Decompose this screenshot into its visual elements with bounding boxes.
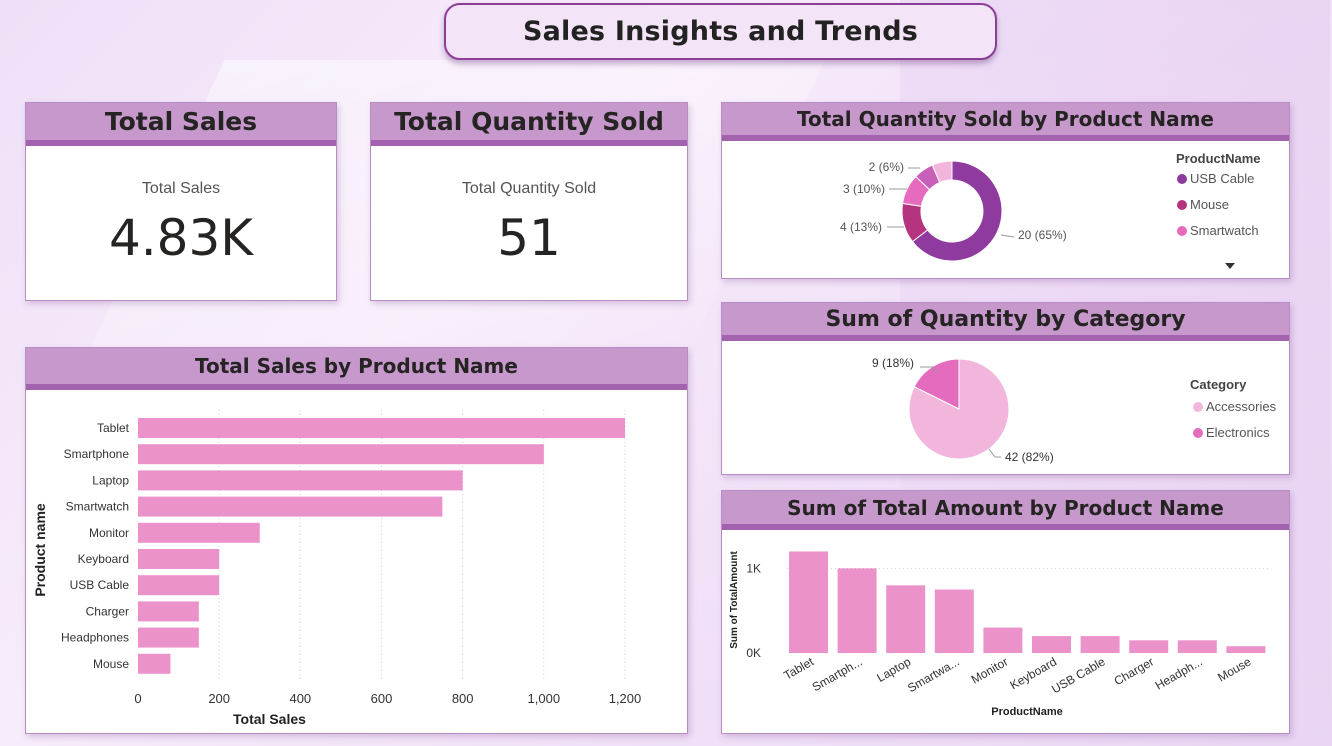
bar bbox=[138, 601, 199, 622]
x-tick-label: Smartph... bbox=[810, 654, 865, 694]
y-tick-label: Tablet bbox=[97, 421, 130, 435]
legend-item: Electronics bbox=[1206, 425, 1270, 440]
y-tick-label: Laptop bbox=[92, 473, 129, 487]
y-tick-label: Keyboard bbox=[78, 552, 129, 566]
legend-item: Smartwatch bbox=[1190, 223, 1259, 238]
x-tick-label: Charger bbox=[1112, 654, 1157, 688]
y-tick-label: 0K bbox=[746, 646, 761, 660]
legend-item: Accessories bbox=[1206, 399, 1277, 414]
legend-marker bbox=[1193, 428, 1203, 438]
bar bbox=[138, 418, 625, 438]
legend-marker bbox=[1177, 226, 1187, 236]
bar bbox=[934, 589, 974, 653]
bar bbox=[138, 522, 260, 543]
x-tick-label: 200 bbox=[208, 691, 230, 706]
data-label: 2 (6%) bbox=[869, 160, 904, 174]
x-tick-label: 0 bbox=[134, 691, 141, 706]
y-tick-label: Charger bbox=[86, 604, 129, 618]
legend-item: Mouse bbox=[1190, 197, 1229, 212]
kpi-card-total-sales[interactable]: Total Sales Total Sales 4.83K bbox=[25, 102, 337, 301]
chart-title: Sum of Quantity by Category bbox=[722, 303, 1289, 341]
x-tick-label: Mouse bbox=[1215, 654, 1253, 684]
legend-marker bbox=[1177, 174, 1187, 184]
bar bbox=[1129, 640, 1169, 653]
donut-chart-card[interactable]: Total Quantity Sold by Product Name 20 (… bbox=[721, 102, 1290, 279]
data-label-leader bbox=[1000, 234, 1015, 238]
dashboard-title: Sales Insights and Trends bbox=[444, 3, 997, 60]
kpi-value: 51 bbox=[497, 209, 561, 267]
pie-chart: 9 (18%) 42 (82%) Category Accessories Electr… bbox=[872, 356, 1277, 464]
bar bbox=[1177, 640, 1217, 653]
y-tick-label: Headphones bbox=[61, 631, 129, 645]
legend-title: ProductName bbox=[1176, 151, 1261, 166]
legend-title: Category bbox=[1190, 377, 1247, 392]
data-label: 3 (10%) bbox=[843, 182, 885, 196]
x-axis-title: ProductName bbox=[991, 706, 1063, 718]
dashboard-title-text: Sales Insights and Trends bbox=[522, 16, 919, 47]
y-tick-label: Smartwatch bbox=[66, 500, 129, 514]
x-tick-label: 1,000 bbox=[528, 691, 561, 706]
chart-title: Sum of Total Amount by Product Name bbox=[722, 491, 1289, 530]
kpi-label: Total Sales bbox=[141, 180, 221, 197]
bar bbox=[138, 653, 171, 674]
bar bbox=[138, 549, 220, 569]
legend-item: USB Cable bbox=[1190, 171, 1254, 186]
x-tick-label: Laptop bbox=[874, 654, 913, 685]
bar bbox=[1080, 636, 1120, 653]
bar bbox=[138, 444, 544, 465]
x-tick-label: 1,200 bbox=[609, 691, 642, 706]
legend-marker bbox=[1193, 402, 1203, 412]
kpi-card-total-quantity[interactable]: Total Quantity Sold Total Quantity Sold … bbox=[370, 102, 688, 301]
bar bbox=[1032, 636, 1071, 653]
donut-chart: 20 (65%) 4 (13%) 3 (10%) 2 (6%) ProductName U… bbox=[840, 151, 1261, 269]
caret-down-icon bbox=[1225, 263, 1235, 269]
kpi-card-header: Total Quantity Sold bbox=[371, 103, 687, 146]
y-tick-label: 1K bbox=[746, 561, 761, 575]
chart-title: Total Sales by Product Name bbox=[26, 348, 687, 390]
vbar-chart: 0K 1K TabletSmartph... LaptopSmartwa... Moni… bbox=[729, 551, 1270, 718]
data-label: 42 (82%) bbox=[1005, 450, 1054, 464]
x-tick-label: 800 bbox=[452, 691, 474, 706]
data-label: 9 (18%) bbox=[872, 356, 914, 370]
bar bbox=[886, 585, 926, 653]
legend-marker bbox=[1177, 200, 1187, 210]
x-tick-label: 400 bbox=[289, 691, 311, 706]
y-tick-label: Monitor bbox=[89, 526, 129, 540]
hbar-chart-card[interactable]: Total Sales by Product Name 0 200 400 600 80… bbox=[25, 347, 688, 734]
x-tick-label: Monitor bbox=[969, 654, 1011, 686]
bar bbox=[138, 496, 443, 517]
y-tick-label: Smartphone bbox=[64, 447, 130, 461]
bar bbox=[983, 627, 1023, 653]
x-axis-title: Total Sales bbox=[233, 711, 306, 727]
x-tick-label: Tablet bbox=[781, 654, 816, 682]
y-tick-label: Mouse bbox=[93, 657, 129, 671]
pie-chart-card[interactable]: Sum of Quantity by Category 9 (18%) 42 (8… bbox=[721, 302, 1290, 475]
kpi-label: Total Quantity Sold bbox=[461, 180, 597, 197]
vbar-chart-card[interactable]: Sum of Total Amount by Product Name 0K 1K… bbox=[721, 490, 1290, 734]
bar bbox=[138, 627, 199, 648]
bar bbox=[138, 470, 463, 491]
x-tick-label: 600 bbox=[371, 691, 393, 706]
bar bbox=[138, 575, 220, 596]
bar bbox=[837, 568, 877, 653]
bar bbox=[1226, 646, 1266, 653]
x-tick-label: Smartwa... bbox=[905, 654, 962, 695]
data-label: 4 (13%) bbox=[840, 220, 882, 234]
kpi-value: 4.83K bbox=[108, 209, 254, 267]
x-tick-label: Headph... bbox=[1153, 654, 1205, 692]
data-label-leader bbox=[988, 448, 1001, 458]
hbar-chart: 0 200 400 600 800 1,000 1,200 Tablet Smartphone L… bbox=[32, 410, 642, 727]
kpi-card-header: Total Sales bbox=[26, 103, 336, 146]
y-tick-label: USB Cable bbox=[70, 578, 130, 592]
chart-title: Total Quantity Sold by Product Name bbox=[722, 103, 1289, 141]
y-axis-title: Product name bbox=[32, 503, 48, 597]
bar bbox=[789, 551, 828, 653]
data-label: 20 (65%) bbox=[1018, 228, 1067, 242]
y-axis-title: Sum of TotalAmount bbox=[729, 551, 740, 649]
x-tick-label: USB Cable bbox=[1049, 654, 1108, 696]
